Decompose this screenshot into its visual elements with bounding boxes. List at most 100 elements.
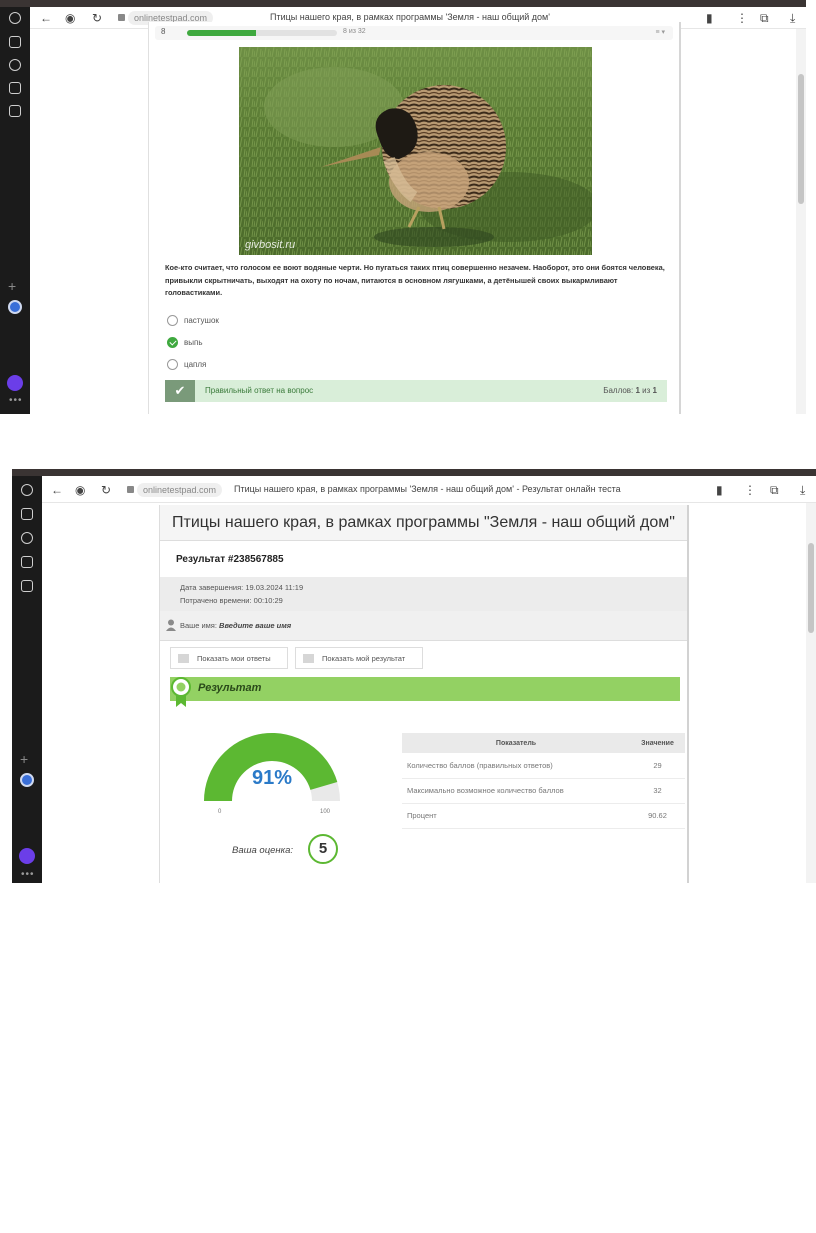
download-icon[interactable]: ⤓ bbox=[800, 482, 805, 498]
scrollbar-thumb[interactable] bbox=[808, 543, 814, 633]
menu-icon[interactable]: ⋮ bbox=[736, 10, 748, 26]
bookmark-icon[interactable]: ▮ bbox=[716, 482, 723, 498]
player-icon[interactable] bbox=[21, 532, 33, 544]
result-meta: Дата завершения: 19.03.2024 11:19 Потрач… bbox=[160, 577, 687, 611]
time-label: Потрачено времени: bbox=[180, 596, 252, 605]
extensions-icon[interactable]: ⧉ bbox=[760, 10, 769, 26]
row-value: 90.62 bbox=[630, 803, 685, 829]
radio-button[interactable] bbox=[167, 359, 178, 370]
menu-icon[interactable]: ⋮ bbox=[744, 482, 756, 498]
option-label: пастушок bbox=[184, 316, 219, 325]
scrollbar-thumb[interactable] bbox=[798, 74, 804, 204]
assistant-icon[interactable] bbox=[8, 300, 22, 314]
row-label: Максимально возможное количество баллов bbox=[402, 778, 630, 804]
back-icon[interactable]: ← bbox=[40, 10, 52, 26]
gauge-max: 100 bbox=[320, 809, 331, 815]
answers-icon bbox=[178, 654, 189, 663]
bookmark-icon[interactable]: ▮ bbox=[706, 10, 713, 26]
user-placeholder[interactable]: Введите ваше имя bbox=[219, 621, 291, 630]
result-card: Птицы нашего края, в рамках программы "З… bbox=[159, 505, 689, 883]
user-name-field[interactable]: Ваше имя: Введите ваше имя bbox=[180, 621, 291, 630]
window-top-strip bbox=[12, 469, 816, 476]
table-row: Количество баллов (правильных ответов) 2… bbox=[402, 753, 685, 779]
row-value: 32 bbox=[630, 778, 685, 804]
page-tab-title: Птицы нашего края, в рамках программы 'З… bbox=[270, 12, 550, 22]
lock-icon bbox=[118, 14, 125, 21]
page-tab-title: Птицы нашего края, в рамках программы 'З… bbox=[234, 484, 621, 494]
history-icon[interactable] bbox=[21, 484, 33, 496]
gauge-value: 91% bbox=[251, 767, 293, 789]
check-icon: ✔ bbox=[165, 380, 195, 402]
reload-icon[interactable]: ↻ bbox=[101, 482, 111, 498]
more-icon[interactable]: ••• bbox=[21, 869, 35, 880]
bittern-illustration bbox=[239, 47, 592, 255]
question-text: Кое-кто считает, что голосом ее воют вод… bbox=[165, 263, 665, 297]
score-gauge: 91% 0 100 bbox=[203, 729, 353, 817]
add-panel-icon[interactable]: + bbox=[8, 279, 16, 293]
more-icon[interactable]: ••• bbox=[9, 395, 23, 406]
score-value: 1 bbox=[635, 386, 640, 395]
row-label: Процент bbox=[402, 803, 630, 829]
score-prefix: Баллов: bbox=[603, 386, 634, 395]
user-label: Ваше имя: bbox=[180, 621, 217, 630]
answer-feedback-text: Правильный ответ на вопрос bbox=[205, 386, 314, 395]
lock-icon bbox=[127, 486, 134, 493]
answer-score: Баллов: 1 из 1 bbox=[603, 386, 657, 395]
table-row: Процент 90.62 bbox=[402, 803, 685, 829]
browser-toolbar: ← ◉ ↻ onlinetestpad.com Птицы нашего кра… bbox=[42, 479, 816, 503]
question-card: 8 8 из 32 ≡ ▾ givbosit.ru Кое-кто считае… bbox=[148, 22, 681, 414]
gauge-min: 0 bbox=[218, 809, 222, 815]
header-value: Значение bbox=[630, 733, 685, 753]
show-result-button[interactable]: Показать мой результат bbox=[295, 647, 423, 669]
show-result-label: Показать мой результат bbox=[322, 654, 406, 663]
address-domain[interactable]: onlinetestpad.com bbox=[137, 483, 223, 497]
page-title: Птицы нашего края, в рамках программы "З… bbox=[160, 505, 687, 541]
extensions-icon[interactable]: ⧉ bbox=[770, 482, 779, 498]
screenshot-icon[interactable] bbox=[9, 105, 21, 117]
collections-icon[interactable] bbox=[9, 36, 21, 48]
progress-bar bbox=[187, 30, 337, 36]
bird-photo: givbosit.ru bbox=[239, 47, 592, 255]
show-answers-button[interactable]: Показать мои ответы bbox=[170, 647, 288, 669]
user-icon bbox=[166, 619, 176, 631]
row-label: Количество баллов (правильных ответов) bbox=[402, 753, 630, 779]
user-row[interactable]: Ваше имя: Введите ваше имя bbox=[160, 611, 687, 641]
alice-icon[interactable] bbox=[7, 375, 23, 391]
time-value: 00:10:29 bbox=[253, 596, 283, 605]
chevron-down-icon[interactable]: ≡ ▾ bbox=[655, 28, 665, 36]
player-icon[interactable] bbox=[9, 59, 21, 71]
radio-button-checked[interactable] bbox=[167, 337, 178, 348]
back-icon[interactable]: ← bbox=[51, 482, 63, 498]
page-scrollbar[interactable] bbox=[806, 503, 816, 883]
page-scrollbar[interactable] bbox=[796, 29, 806, 414]
screenshot-icon[interactable] bbox=[21, 580, 33, 592]
result-number: Результат #238567885 bbox=[176, 554, 284, 565]
completed-label: Дата завершения: bbox=[180, 583, 244, 592]
protect-icon[interactable]: ◉ bbox=[75, 482, 85, 498]
score-mid: из bbox=[642, 386, 651, 395]
result-header: Результат bbox=[170, 677, 680, 707]
radio-button[interactable] bbox=[167, 315, 178, 326]
completed-value: 19.03.2024 11:19 bbox=[245, 583, 304, 592]
screenshot-result: + ••• ← ◉ ↻ onlinetestpad.com Птицы наше… bbox=[12, 469, 816, 883]
protect-icon[interactable]: ◉ bbox=[65, 10, 75, 26]
result-title: Результат bbox=[198, 682, 262, 694]
chart-icon bbox=[303, 654, 314, 663]
photo-watermark: givbosit.ru bbox=[245, 239, 296, 251]
browser-sidebar: + ••• bbox=[12, 476, 42, 883]
add-panel-icon[interactable]: + bbox=[20, 752, 28, 766]
alice-icon[interactable] bbox=[19, 848, 35, 864]
tabs-icon[interactable] bbox=[21, 556, 33, 568]
tabs-icon[interactable] bbox=[9, 82, 21, 94]
table-header-row: Показатель Значение bbox=[402, 733, 685, 753]
score-max: 1 bbox=[652, 386, 657, 395]
collections-icon[interactable] bbox=[21, 508, 33, 520]
download-icon[interactable]: ⤓ bbox=[790, 10, 795, 26]
history-icon[interactable] bbox=[9, 12, 21, 24]
progress-counter: 8 из 32 bbox=[343, 28, 366, 35]
assistant-icon[interactable] bbox=[20, 773, 34, 787]
option-label: цапля bbox=[184, 360, 207, 369]
completed-line: Дата завершения: 19.03.2024 11:19 bbox=[180, 583, 303, 592]
screenshot-question: + ••• ← ◉ ↻ onlinetestpad.com Птицы наше… bbox=[0, 0, 806, 414]
reload-icon[interactable]: ↻ bbox=[92, 10, 102, 26]
